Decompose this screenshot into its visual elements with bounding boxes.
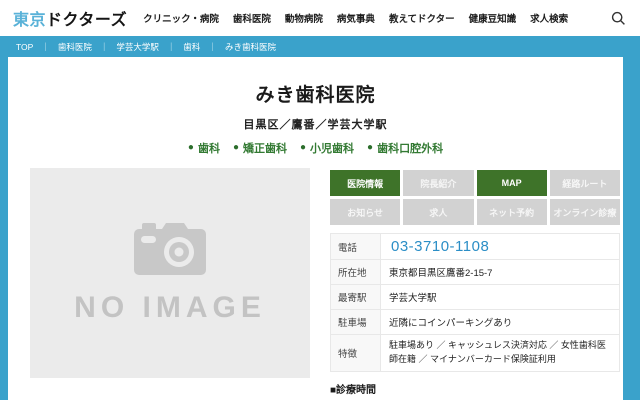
category-tag: ● 小児歯科 (300, 140, 354, 156)
nav-item-health-tips[interactable]: 健康豆知識 (469, 11, 517, 25)
tab-map[interactable]: MAP (477, 170, 547, 196)
content-panel: みき歯科医院 目黒区／鷹番／学芸大学駅 ● 歯科 ● 矯正歯科 ● 小児歯科 ● 歯科口… (8, 57, 623, 400)
table-row-parking: 駐車場 近隣にコインパーキングあり (331, 310, 620, 335)
breadcrumb-separator: ｜ (167, 41, 176, 53)
clinic-location: 目黒区／鷹番／学芸大学駅 (8, 116, 623, 132)
category-label: 歯科 (198, 140, 220, 156)
bullet-icon: ● (367, 143, 373, 153)
category-tag: ● 矯正歯科 (233, 140, 287, 156)
nav-item-job-search[interactable]: 求人検索 (530, 11, 568, 25)
clinic-info-table: 電話 03-3710-1108 所在地 東京都目黒区鷹番2-15-7 最寄駅 学… (330, 233, 620, 372)
hours-section-title: ■診療時間 (330, 381, 620, 396)
breadcrumb-separator: ｜ (100, 41, 109, 53)
breadcrumb-clinic[interactable]: みき歯科医院 (225, 41, 276, 53)
bullet-icon: ● (300, 143, 306, 153)
clinic-tabs: 医院情報 院長紹介 MAP 経路ルート お知らせ 求人 ネット予約 オンライン診… (330, 170, 620, 225)
bullet-icon: ● (233, 143, 239, 153)
tab-news[interactable]: お知らせ (330, 199, 400, 225)
tab-jobs[interactable]: 求人 (403, 199, 473, 225)
breadcrumb: TOP ｜ 歯科医院 ｜ 学芸大学駅 ｜ 歯科 ｜ みき歯科医院 (0, 36, 640, 57)
logo-part-tokyo: 東京 (13, 12, 46, 29)
nav-item-diseases[interactable]: 病気事典 (337, 11, 375, 25)
table-row-address: 所在地 東京都目黒区鷹番2-15-7 (331, 260, 620, 285)
tab-online-booking[interactable]: ネット予約 (477, 199, 547, 225)
breadcrumb-separator: ｜ (41, 41, 50, 53)
clinic-categories: ● 歯科 ● 矯正歯科 ● 小児歯科 ● 歯科口腔外科 (8, 140, 623, 156)
breadcrumb-separator: ｜ (208, 41, 217, 53)
category-label: 歯科口腔外科 (377, 140, 443, 156)
logo-part-doctors: ドクターズ (46, 12, 127, 29)
site-header: 東京ドクターズ クリニック・病院 歯科医院 動物病院 病気事典 教えてドクター … (0, 0, 640, 36)
nav-item-dental[interactable]: 歯科医院 (233, 11, 271, 25)
breadcrumb-dental[interactable]: 歯科医院 (58, 41, 92, 53)
category-label: 矯正歯科 (243, 140, 287, 156)
breadcrumb-station[interactable]: 学芸大学駅 (116, 41, 159, 53)
table-row-phone: 電話 03-3710-1108 (331, 234, 620, 260)
row-label: 特徴 (331, 335, 381, 372)
category-tag: ● 歯科 (188, 140, 220, 156)
row-label: 最寄駅 (331, 285, 381, 310)
page-title: みき歯科医院 (8, 80, 623, 107)
site-logo[interactable]: 東京ドクターズ (13, 6, 127, 30)
clinic-detail-column: 医院情報 院長紹介 MAP 経路ルート お知らせ 求人 ネット予約 オンライン診… (330, 170, 620, 400)
table-row-station: 最寄駅 学芸大学駅 (331, 285, 620, 310)
category-label: 小児歯科 (310, 140, 354, 156)
station-value: 学芸大学駅 (381, 285, 620, 310)
row-label: 電話 (331, 234, 381, 260)
search-icon[interactable] (609, 9, 627, 27)
nav-item-clinics[interactable]: クリニック・病院 (143, 11, 219, 25)
top-nav: クリニック・病院 歯科医院 動物病院 病気事典 教えてドクター 健康豆知識 求人… (143, 11, 568, 25)
category-tag: ● 歯科口腔外科 (367, 140, 443, 156)
tab-route[interactable]: 経路ルート (550, 170, 620, 196)
row-label: 所在地 (331, 260, 381, 285)
clinic-header: みき歯科医院 目黒区／鷹番／学芸大学駅 ● 歯科 ● 矯正歯科 ● 小児歯科 ● 歯科口… (8, 57, 623, 156)
no-image-label: NO IMAGE (74, 291, 266, 325)
row-label: 駐車場 (331, 310, 381, 335)
camera-icon (132, 221, 208, 277)
nav-item-ask-doctor[interactable]: 教えてドクター (389, 11, 455, 25)
tab-online-consult[interactable]: オンライン診療 (550, 199, 620, 225)
parking-value: 近隣にコインパーキングあり (381, 310, 620, 335)
table-row-features: 特徴 駐車場あり ／ キャッシュレス決済対応 ／ 女性歯科医師在籍 ／ マイナン… (331, 335, 620, 372)
magnifier-icon (611, 11, 626, 26)
breadcrumb-category[interactable]: 歯科 (183, 41, 200, 53)
tab-director-intro[interactable]: 院長紹介 (403, 170, 473, 196)
phone-number-link[interactable]: 03-3710-1108 (381, 234, 620, 260)
features-value: 駐車場あり ／ キャッシュレス決済対応 ／ 女性歯科医師在籍 ／ マイナンバーカ… (381, 335, 620, 372)
breadcrumb-top[interactable]: TOP (16, 42, 33, 52)
clinic-photo-placeholder: NO IMAGE (30, 168, 310, 378)
page-background: みき歯科医院 目黒区／鷹番／学芸大学駅 ● 歯科 ● 矯正歯科 ● 小児歯科 ● 歯科口… (0, 57, 640, 400)
bullet-icon: ● (188, 143, 194, 153)
address-value: 東京都目黒区鷹番2-15-7 (381, 260, 620, 285)
nav-item-animal[interactable]: 動物病院 (285, 11, 323, 25)
tab-clinic-info[interactable]: 医院情報 (330, 170, 400, 196)
